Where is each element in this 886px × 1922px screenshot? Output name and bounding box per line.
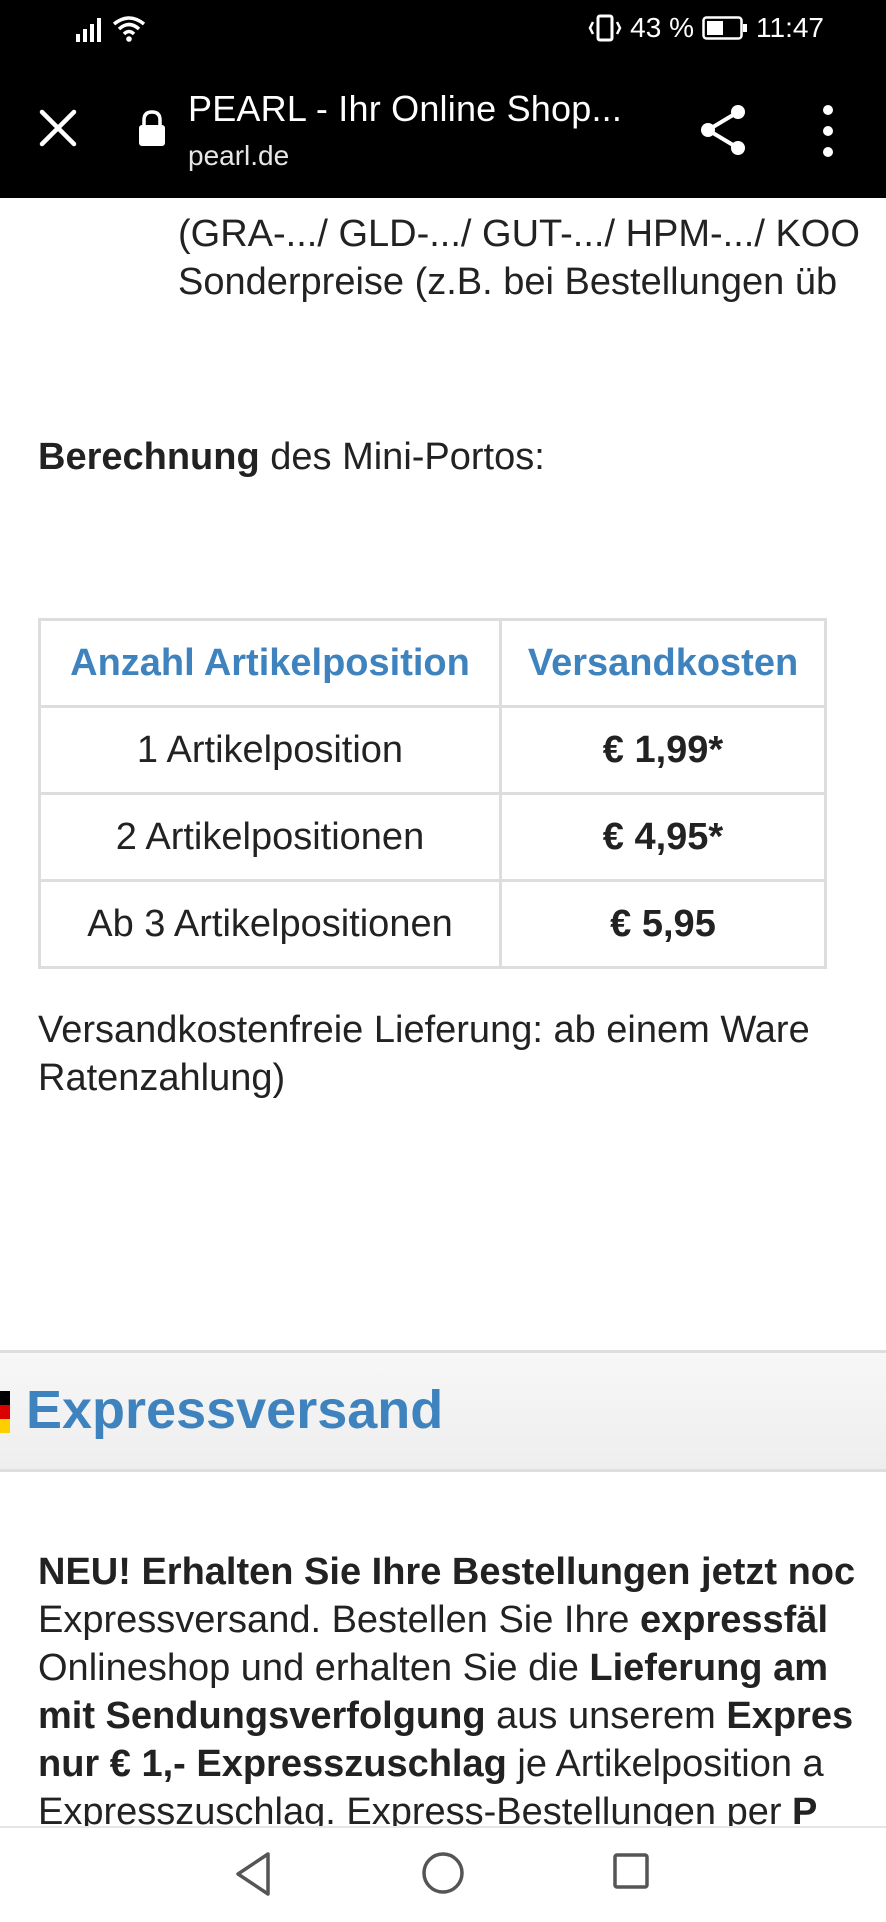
- text-line: Ratenzahlung): [38, 1057, 286, 1099]
- row-label: 1 Artikelposition: [38, 705, 502, 795]
- browser-toolbar: PEARL - Ihr Online Shop... pearl.de: [0, 60, 886, 198]
- heading-rest: des Mini-Portos:: [259, 436, 545, 478]
- share-icon[interactable]: [698, 102, 750, 158]
- signal-icon: [76, 18, 101, 42]
- system-navigation-bar: [0, 1826, 886, 1922]
- bold-text: nur € 1,- Expresszuschlag: [38, 1743, 507, 1785]
- plain-text: Onlineshop und erhalten Sie die: [38, 1647, 590, 1689]
- status-right: 43 % 11:47: [588, 12, 824, 44]
- plain-text: je Artikelposition a: [506, 1743, 824, 1785]
- lock-icon: [139, 110, 165, 146]
- mini-porto-heading: Berechnung des Mini-Portos:: [38, 436, 545, 479]
- status-left: [76, 14, 146, 42]
- express-section-header[interactable]: Expressversand: [0, 1350, 886, 1472]
- bold-text: mit Sendungsverfolgung: [38, 1695, 486, 1737]
- german-flag-icon: [0, 1391, 10, 1433]
- bold-text: P: [792, 1791, 818, 1826]
- text-line: Expressversand. Bestellen Sie Ihre expre…: [38, 1596, 855, 1644]
- bold-text: expressfäl: [639, 1599, 828, 1641]
- text-line: Onlineshop und erhalten Sie die Lieferun…: [38, 1644, 855, 1692]
- table-row: 1 Artikelposition € 1,99*: [38, 705, 827, 795]
- more-options-icon[interactable]: [818, 104, 838, 158]
- free-shipping-text: Versandkostenfreie Lieferung: ab einem W…: [38, 1006, 810, 1102]
- home-icon[interactable]: [420, 1850, 466, 1896]
- text-line: mit Sendungsverfolgung aus unserem Expre…: [38, 1692, 855, 1740]
- bold-text: NEU! Erhalten Sie Ihre Bestellungen jetz…: [38, 1551, 856, 1593]
- partial-text-block: (GRA-.../ GLD-.../ GUT-.../ HPM-.../ KOO…: [178, 210, 860, 306]
- close-icon[interactable]: [36, 106, 80, 150]
- bold-text: Lieferung am: [589, 1647, 828, 1689]
- battery-icon: [702, 16, 747, 40]
- table-row: 2 Artikelpositionen € 4,95*: [38, 792, 827, 882]
- clock: 11:47: [756, 12, 824, 43]
- plain-text: Expresszuschlag. Express-Bestellungen pe…: [38, 1791, 793, 1826]
- text-line: nur € 1,- Expresszuschlag je Artikelposi…: [38, 1740, 855, 1788]
- text-line: Versandkostenfreie Lieferung: ab einem W…: [38, 1009, 810, 1051]
- row-price: € 5,95: [499, 879, 827, 969]
- vibrate-icon: [588, 14, 622, 42]
- heading-bold: Berechnung: [38, 436, 260, 478]
- row-label: Ab 3 Artikelpositionen: [38, 879, 502, 969]
- recent-apps-icon[interactable]: [612, 1852, 650, 1890]
- express-title: Expressversand: [26, 1380, 444, 1440]
- plain-text: Expressversand. Bestellen Sie Ihre: [38, 1599, 640, 1641]
- plain-text: aus unserem: [485, 1695, 727, 1737]
- back-icon[interactable]: [232, 1850, 274, 1898]
- row-price: € 4,95*: [499, 792, 827, 882]
- bold-text: Expres: [726, 1695, 854, 1737]
- table-header-row: Anzahl Artikelposition Versandkosten: [38, 618, 827, 708]
- text-line: Sonderpreise (z.B. bei Bestellungen üb: [178, 261, 838, 303]
- text-line: Expresszuschlag. Express-Bestellungen pe…: [38, 1788, 855, 1826]
- page-title[interactable]: PEARL - Ihr Online Shop...: [188, 88, 622, 130]
- shipping-cost-table: Anzahl Artikelposition Versandkosten 1 A…: [38, 618, 827, 969]
- status-bar: 43 % 11:47: [0, 0, 886, 60]
- row-label: 2 Artikelpositionen: [38, 792, 502, 882]
- text-line: (GRA-.../ GLD-.../ GUT-.../ HPM-.../ KOO: [178, 213, 860, 255]
- wifi-icon: [112, 16, 146, 42]
- page-url[interactable]: pearl.de: [188, 140, 289, 172]
- express-description: NEU! Erhalten Sie Ihre Bestellungen jetz…: [38, 1548, 855, 1826]
- row-price: € 1,99*: [499, 705, 827, 795]
- text-line: NEU! Erhalten Sie Ihre Bestellungen jetz…: [38, 1548, 855, 1596]
- column-header-positions: Anzahl Artikelposition: [38, 618, 502, 708]
- web-page-content: (GRA-.../ GLD-.../ GUT-.../ HPM-.../ KOO…: [0, 198, 886, 1826]
- column-header-costs: Versandkosten: [499, 618, 827, 708]
- table-row: Ab 3 Artikelpositionen € 5,95: [38, 879, 827, 969]
- battery-percent: 43 %: [630, 12, 694, 43]
